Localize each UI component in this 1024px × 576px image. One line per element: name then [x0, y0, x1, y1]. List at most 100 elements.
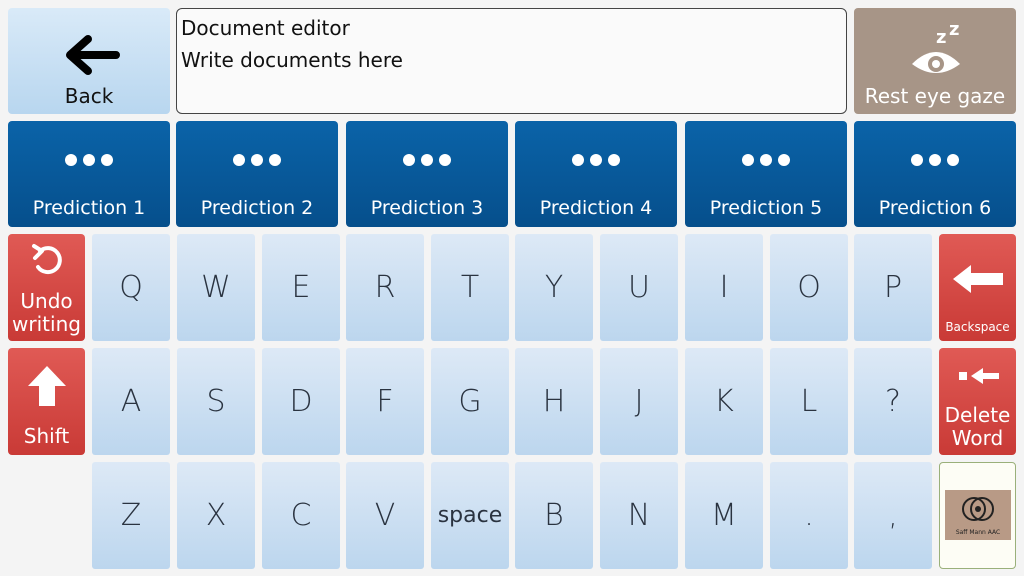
delete-label-line2: Word	[951, 426, 1004, 450]
shift-label: Shift	[23, 424, 70, 448]
delete-word-icon	[959, 368, 999, 384]
prediction-2-button[interactable]: Prediction 2	[176, 121, 338, 227]
key-label: D	[289, 384, 313, 419]
key-question-mark[interactable]: ?	[854, 348, 932, 455]
key-label: K	[714, 384, 734, 419]
prediction-label: Prediction 3	[370, 197, 484, 219]
svg-text:z: z	[936, 27, 946, 48]
key-r[interactable]: R	[346, 234, 424, 341]
key-period[interactable]: .	[770, 462, 848, 569]
key-label: ?	[885, 384, 901, 419]
document-content: Write documents here	[181, 48, 403, 72]
key-label: V	[374, 498, 396, 533]
key-d[interactable]: D	[262, 348, 340, 455]
document-text-area[interactable]: Document editor Write documents here	[176, 8, 847, 114]
key-l[interactable]: L	[770, 348, 848, 455]
key-x[interactable]: X	[177, 462, 255, 569]
prediction-label: Prediction 4	[539, 197, 653, 219]
delete-label-line1: Delete	[944, 403, 1011, 427]
key-label: J	[634, 384, 644, 419]
ellipsis-icon	[8, 151, 170, 170]
svg-text:z: z	[949, 19, 959, 40]
prediction-4-button[interactable]: Prediction 4	[515, 121, 677, 227]
prediction-label: Prediction 5	[709, 197, 823, 219]
key-f[interactable]: F	[346, 348, 424, 455]
undo-label-line1: Undo	[20, 289, 73, 313]
key-label: M	[711, 498, 737, 533]
back-label: Back	[64, 84, 114, 108]
key-label: S	[206, 384, 226, 419]
logo-tile[interactable]: Saff Mann AAC	[939, 462, 1016, 569]
ellipsis-icon	[176, 151, 338, 170]
key-comma[interactable]: ,	[854, 462, 932, 569]
key-label: W	[201, 270, 231, 305]
rest-eye-gaze-label: Rest eye gaze	[864, 84, 1006, 108]
key-s[interactable]: S	[177, 348, 255, 455]
key-label: Q	[119, 270, 143, 305]
key-label: Y	[544, 270, 564, 305]
key-label: X	[205, 498, 227, 533]
key-label: U	[628, 270, 650, 305]
key-m[interactable]: M	[685, 462, 763, 569]
key-label: I	[719, 270, 729, 305]
key-label: ,	[888, 498, 898, 533]
key-a[interactable]: A	[92, 348, 170, 455]
key-h[interactable]: H	[515, 348, 593, 455]
prediction-label: Prediction 1	[32, 197, 146, 219]
key-j[interactable]: J	[600, 348, 678, 455]
key-p[interactable]: P	[854, 234, 932, 341]
backspace-button[interactable]: Backspace	[939, 234, 1016, 341]
ellipsis-icon	[685, 151, 847, 170]
ellipsis-icon	[346, 151, 508, 170]
key-label: Z	[120, 498, 142, 533]
key-label: N	[627, 498, 651, 533]
key-q[interactable]: Q	[92, 234, 170, 341]
key-c[interactable]: C	[262, 462, 340, 569]
prediction-1-button[interactable]: Prediction 1	[8, 121, 170, 227]
key-o[interactable]: O	[770, 234, 848, 341]
key-label: R	[374, 270, 396, 305]
key-e[interactable]: E	[262, 234, 340, 341]
key-y[interactable]: Y	[515, 234, 593, 341]
key-label: E	[291, 270, 311, 305]
document-title: Document editor	[181, 16, 350, 40]
key-i[interactable]: I	[685, 234, 763, 341]
eye-sleep-icon: z z	[912, 19, 960, 73]
key-label: G	[458, 384, 482, 419]
key-label: O	[797, 270, 821, 305]
key-label: P	[883, 270, 903, 305]
key-g[interactable]: G	[431, 348, 509, 455]
key-w[interactable]: W	[177, 234, 255, 341]
prediction-6-button[interactable]: Prediction 6	[854, 121, 1016, 227]
backspace-arrow-icon	[953, 265, 1003, 293]
undo-writing-button[interactable]: Undo writing	[8, 234, 85, 341]
key-label: F	[376, 384, 394, 419]
undo-icon	[32, 244, 62, 275]
key-z[interactable]: Z	[92, 462, 170, 569]
undo-label-line2: writing	[12, 312, 81, 336]
prediction-3-button[interactable]: Prediction 3	[346, 121, 508, 227]
ellipsis-icon	[854, 151, 1016, 170]
key-v[interactable]: V	[346, 462, 424, 569]
shift-arrow-icon	[28, 366, 66, 406]
key-space[interactable]: space	[431, 462, 509, 569]
key-label: .	[804, 498, 814, 533]
key-n[interactable]: N	[600, 462, 678, 569]
key-label: B	[544, 498, 564, 533]
key-t[interactable]: T	[431, 234, 509, 341]
key-u[interactable]: U	[600, 234, 678, 341]
saff-mann-logo: Saff Mann AAC	[945, 490, 1011, 540]
prediction-5-button[interactable]: Prediction 5	[685, 121, 847, 227]
key-label: H	[542, 384, 566, 419]
back-button[interactable]: Back	[8, 8, 170, 114]
key-label: A	[120, 384, 142, 419]
key-label: space	[437, 503, 503, 528]
shift-button[interactable]: Shift	[8, 348, 85, 455]
key-k[interactable]: K	[685, 348, 763, 455]
arrow-left-icon	[66, 35, 120, 75]
key-b[interactable]: B	[515, 462, 593, 569]
ellipsis-icon	[515, 151, 677, 170]
key-label: C	[290, 498, 312, 533]
rest-eye-gaze-button[interactable]: z z Rest eye gaze	[854, 8, 1016, 114]
delete-word-button[interactable]: Delete Word	[939, 348, 1016, 455]
